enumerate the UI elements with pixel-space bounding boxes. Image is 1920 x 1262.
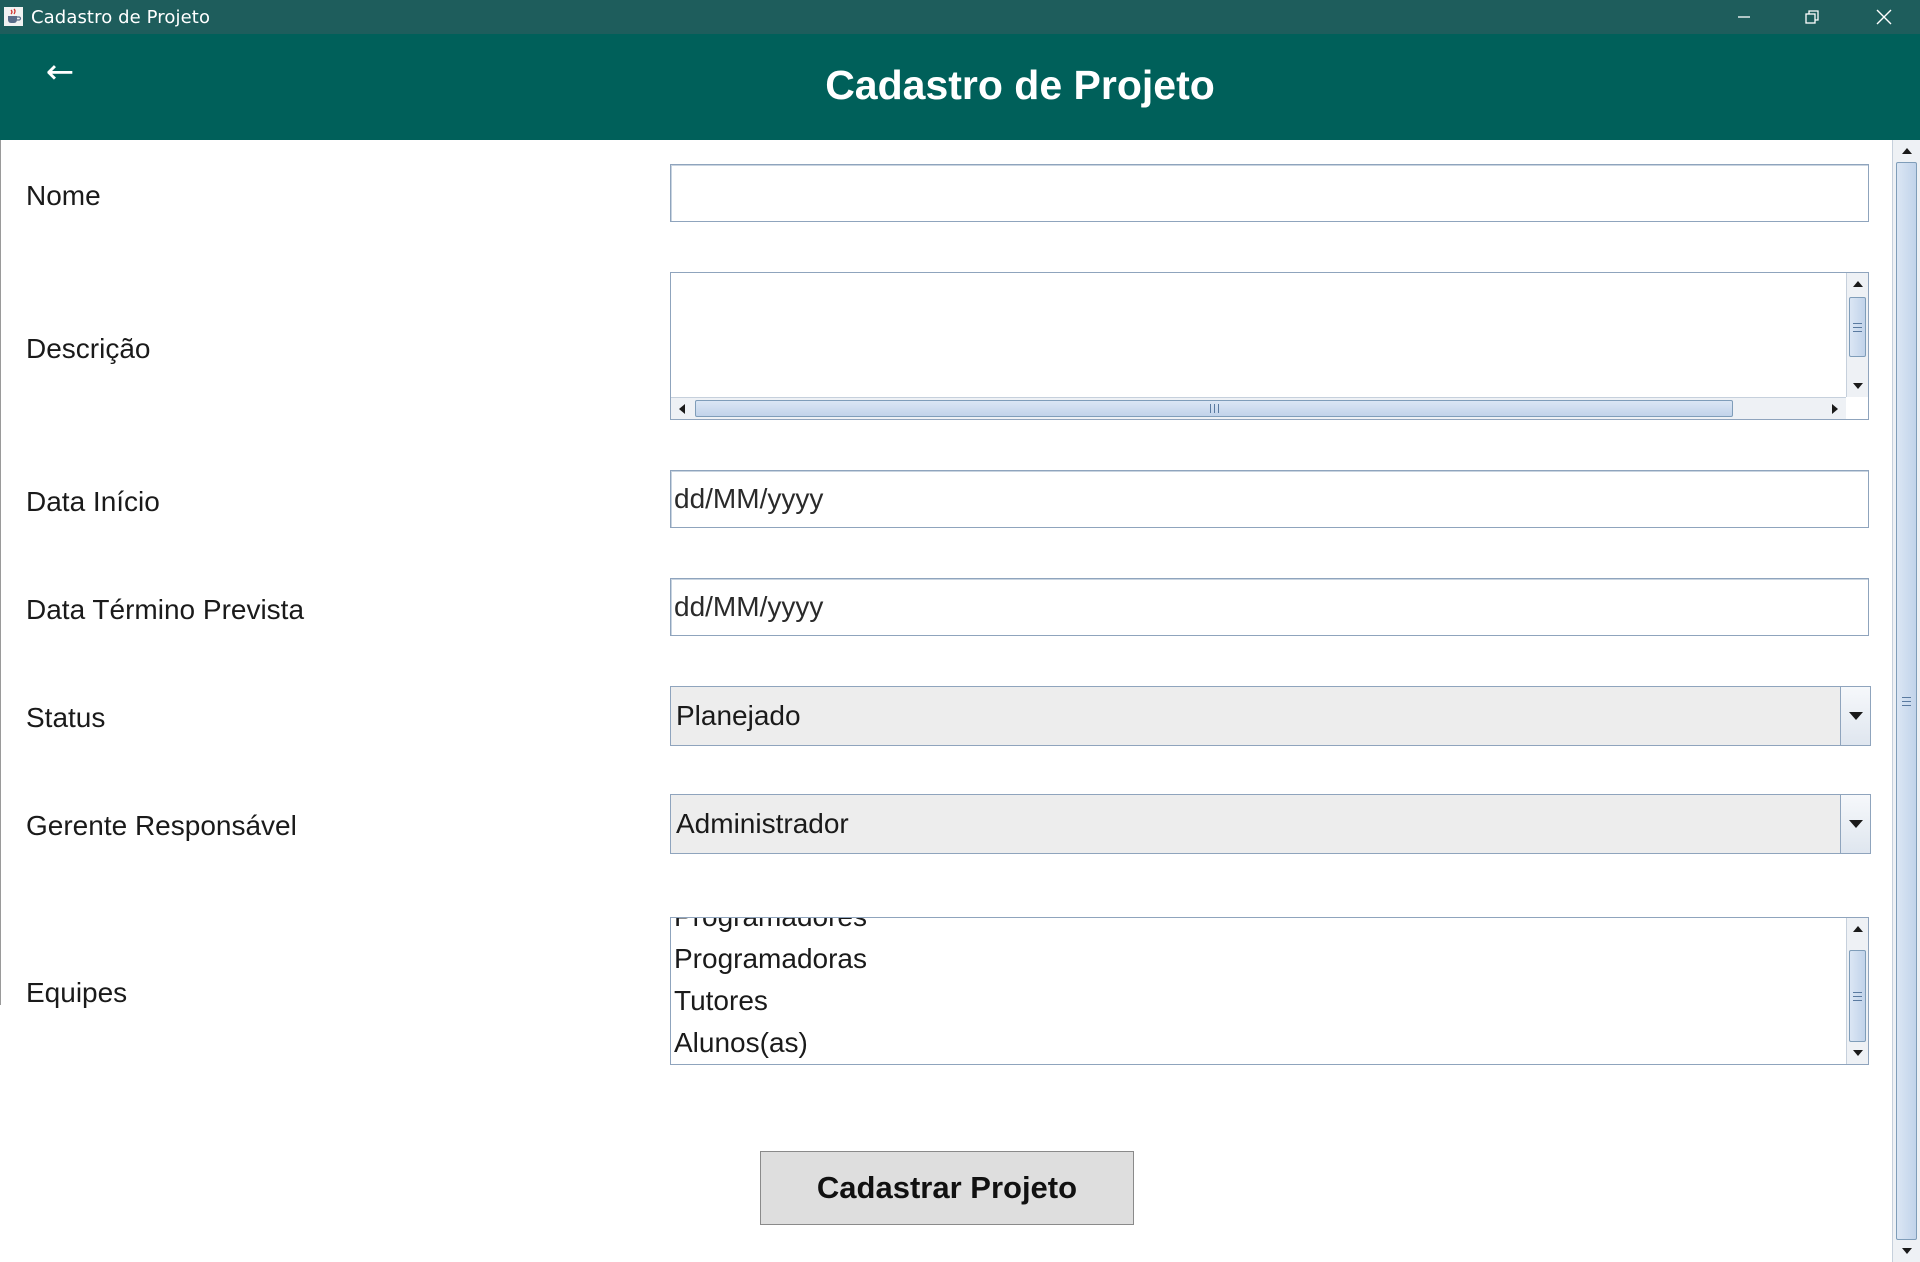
restore-icon — [1805, 10, 1819, 24]
chevron-down-icon[interactable] — [1840, 795, 1870, 853]
data-inicio-label: Data Início — [26, 486, 160, 517]
restore-button[interactable] — [1778, 0, 1846, 34]
scroll-thumb[interactable] — [695, 400, 1733, 417]
scroll-up-icon[interactable] — [1847, 273, 1868, 295]
scroll-up-icon[interactable] — [1893, 140, 1920, 162]
close-button[interactable] — [1850, 0, 1918, 34]
scroll-right-icon[interactable] — [1824, 398, 1846, 419]
equipes-list-items: Programadores Programadoras Tutores Alun… — [674, 918, 1844, 1064]
list-item[interactable]: Alunos(as) — [674, 1022, 1844, 1064]
scroll-up-icon[interactable] — [1847, 918, 1868, 940]
equipes-list[interactable]: Programadores Programadoras Tutores Alun… — [670, 917, 1869, 1065]
page-header: ← Cadastro de Projeto — [0, 34, 1920, 140]
java-cup-icon — [4, 7, 23, 26]
scroll-left-icon[interactable] — [671, 398, 693, 419]
scroll-thumb[interactable] — [1849, 950, 1866, 1042]
data-termino-input[interactable]: dd/MM/yyyy — [670, 578, 1869, 636]
gerente-select[interactable]: Administrador — [670, 794, 1871, 854]
list-item[interactable]: Programadoras — [674, 938, 1844, 980]
scroll-thumb[interactable] — [1849, 297, 1866, 357]
cadastrar-projeto-button[interactable]: Cadastrar Projeto — [760, 1151, 1134, 1225]
minimize-icon — [1738, 16, 1750, 18]
descricao-textarea[interactable] — [670, 272, 1869, 420]
equipes-label: Equipes — [26, 977, 128, 1008]
window-titlebar: Cadastro de Projeto — [0, 0, 1920, 34]
status-selected-value: Planejado — [676, 700, 801, 731]
page-vertical-scrollbar[interactable] — [1892, 140, 1920, 1262]
descricao-vertical-scrollbar[interactable] — [1846, 273, 1868, 397]
list-item[interactable]: Programadores — [674, 918, 1844, 938]
close-icon — [1876, 9, 1892, 25]
nome-input[interactable] — [670, 164, 1869, 222]
list-item[interactable]: Tutores — [674, 980, 1844, 1022]
scroll-down-icon[interactable] — [1847, 1042, 1868, 1064]
window-title: Cadastro de Projeto — [31, 7, 211, 28]
equipes-vertical-scrollbar[interactable] — [1846, 918, 1868, 1064]
descricao-label: Descrição — [26, 333, 151, 364]
scroll-down-icon[interactable] — [1893, 1240, 1920, 1262]
gerente-label: Gerente Responsável — [26, 810, 297, 841]
scroll-down-icon[interactable] — [1847, 375, 1868, 397]
chevron-down-icon[interactable] — [1840, 687, 1870, 745]
descricao-horizontal-scrollbar[interactable] — [671, 397, 1846, 419]
form-border — [0, 140, 1, 1005]
data-termino-label: Data Término Prevista — [26, 594, 305, 625]
data-inicio-input[interactable]: dd/MM/yyyy — [670, 470, 1869, 528]
nome-label: Nome — [26, 180, 101, 211]
status-label: Status — [26, 702, 106, 733]
status-select[interactable]: Planejado — [670, 686, 1871, 746]
minimize-button[interactable] — [1710, 0, 1778, 34]
page-title: Cadastro de Projeto — [825, 62, 1215, 108]
scroll-thumb[interactable] — [1896, 162, 1917, 1240]
gerente-selected-value: Administrador — [676, 808, 849, 839]
project-form: Nome Descrição Data Início dd/MM/yyyy Da — [0, 140, 1892, 1262]
